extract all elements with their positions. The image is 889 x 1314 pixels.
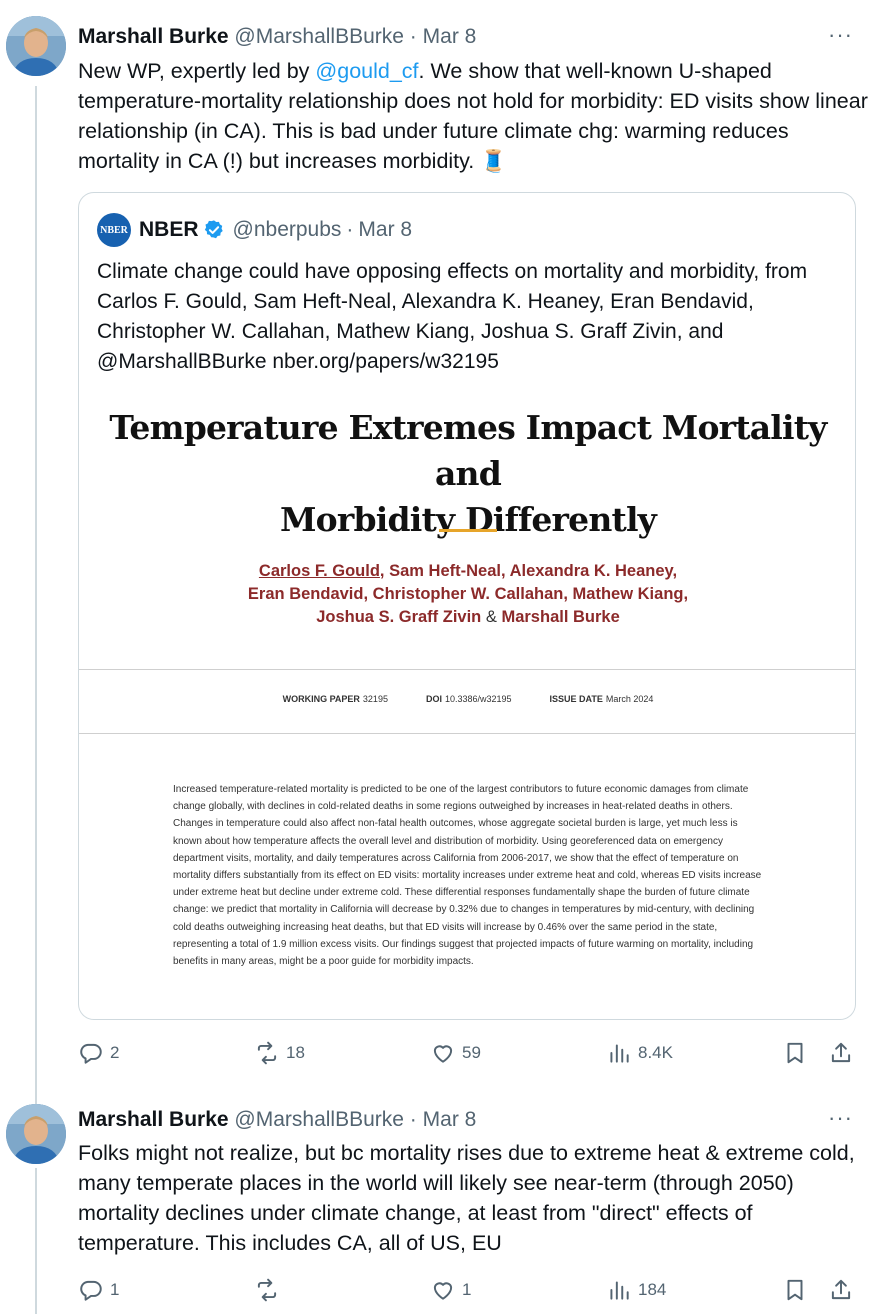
heart-icon <box>433 1045 453 1063</box>
repost-count: 18 <box>286 1043 305 1062</box>
field-value: 10.3386/w32195 <box>444 694 512 704</box>
quoted-tweet-card[interactable]: NBER NBER @nberpubs · Mar 8 Climate chan… <box>78 192 856 1020</box>
field-value: 32195 <box>362 694 388 704</box>
share-button[interactable] <box>828 1277 854 1303</box>
heart-icon <box>433 1282 453 1300</box>
like-count: 1 <box>462 1280 472 1299</box>
separator-dot: · <box>409 1108 417 1131</box>
share-icon <box>831 1042 851 1063</box>
field-label: ISSUE DATE <box>549 694 603 704</box>
author-name[interactable]: Marshall Burke <box>78 1108 229 1131</box>
paper-abstract: Increased temperature-related mortality … <box>173 784 762 968</box>
share-button[interactable] <box>828 1040 854 1066</box>
verified-badge-icon <box>204 220 223 239</box>
quoted-tweet-header: NBER NBER @nberpubs · Mar 8 <box>97 213 413 247</box>
like-button[interactable]: 1 <box>430 1277 471 1303</box>
reply-count: 1 <box>110 1280 120 1299</box>
comma: , <box>379 562 385 580</box>
divider <box>79 733 855 734</box>
reply-count: 2 <box>110 1043 120 1062</box>
divider <box>79 669 855 670</box>
quoted-author-handle[interactable]: @nberpubs <box>233 218 342 242</box>
nber-avatar[interactable]: NBER <box>97 213 131 247</box>
tweet-date[interactable]: Mar 8 <box>423 1108 477 1131</box>
author-handle[interactable]: @MarshallBBurke <box>234 1108 404 1131</box>
tweet-actions-bar: 2 18 59 8.4K <box>78 1040 858 1068</box>
authors-line: Joshua S. Graff Zivin & Marshall Burke <box>79 606 855 629</box>
authors-line: Carlos F. Gould, Sam Heft-Neal, Alexandr… <box>79 560 855 583</box>
avatar[interactable] <box>6 1104 66 1164</box>
tweet-actions-bar: 1 1 184 <box>78 1277 858 1305</box>
like-button[interactable]: 59 <box>430 1040 481 1066</box>
bookmark-icon <box>787 1042 803 1064</box>
view-count: 8.4K <box>638 1043 673 1062</box>
paper-metadata: WORKING PAPER 32195 DOI 10.3386/w32195 ISS… <box>79 694 855 704</box>
views-chart-icon <box>610 1044 629 1063</box>
quoted-tweet-date: Mar 8 <box>358 218 413 241</box>
like-count: 59 <box>462 1043 481 1062</box>
tweet-text: New WP, expertly led by @gould_cf. We sh… <box>78 56 868 176</box>
paper-title-line: Temperature Extremes Impact Mortality an… <box>109 408 827 493</box>
bookmark-button[interactable] <box>782 1277 808 1303</box>
paper-author: Alexandra K. Heaney <box>509 562 673 580</box>
comma: , <box>363 585 369 603</box>
quoted-tweet-text: Climate change could have opposing effec… <box>97 260 808 373</box>
author-handle[interactable]: @MarshallBBurke <box>234 25 404 48</box>
bookmark-icon <box>787 1279 803 1301</box>
bookmark-button[interactable] <box>782 1040 808 1066</box>
working-paper-field: WORKING PAPER 32195 <box>283 694 388 704</box>
views-button[interactable]: 184 <box>606 1277 666 1303</box>
field-label: DOI <box>425 694 442 704</box>
doi-field: DOI 10.3386/w32195 <box>426 694 512 704</box>
issue-date-field: ISSUE DATE March 2024 <box>550 694 654 704</box>
tweet-text: Folks might not realize, but bc mortalit… <box>78 1141 855 1255</box>
nber-logo-text: NBER <box>100 224 128 236</box>
comma: , <box>500 562 506 580</box>
reply-icon <box>80 1043 102 1064</box>
comma: , <box>683 585 689 603</box>
more-options-icon[interactable]: ··· <box>828 24 853 46</box>
paper-title-line: Morbidity Differently <box>279 500 657 539</box>
repost-button[interactable]: 18 <box>254 1040 305 1066</box>
share-icon <box>831 1279 851 1300</box>
repost-button[interactable] <box>254 1277 286 1303</box>
comma: , <box>563 585 568 603</box>
repost-icon <box>257 1278 277 1302</box>
author-name[interactable]: Marshall Burke <box>78 25 229 48</box>
paper-author: Carlos F. Gould <box>258 562 380 580</box>
comma: , <box>672 562 678 580</box>
separator-dot: · <box>409 25 417 48</box>
paper-author: Joshua S. Graff Zivin <box>316 608 482 626</box>
reply-button[interactable]: 1 <box>78 1277 119 1303</box>
thread-connector-line <box>35 86 37 1104</box>
quoted-author-name[interactable]: NBER <box>139 218 199 242</box>
more-options-icon[interactable]: ··· <box>828 1107 853 1129</box>
view-count: 184 <box>638 1280 667 1299</box>
repost-icon <box>257 1041 277 1065</box>
paper-author: Sam Heft-Neal <box>389 562 501 580</box>
tweet-date[interactable]: Mar 8 <box>423 25 477 48</box>
field-value: March 2024 <box>605 694 654 704</box>
views-button[interactable]: 8.4K <box>606 1040 673 1066</box>
field-label: WORKING PAPER <box>282 694 360 704</box>
reply-button[interactable]: 2 <box>78 1040 119 1066</box>
paper-authors: Carlos F. Gould, Sam Heft-Neal, Alexandr… <box>79 560 855 629</box>
paper-author: Mathew Kiang <box>572 585 684 603</box>
paper-author: Marshall Burke <box>501 608 620 626</box>
paper-author: Eran Bendavid <box>247 585 364 603</box>
authors-line: Eran Bendavid, Christopher W. Callahan, … <box>79 583 855 606</box>
mention-link[interactable]: @gould_cf <box>315 59 418 83</box>
thread-connector-line <box>35 1168 37 1314</box>
avatar[interactable] <box>6 16 66 76</box>
views-chart-icon <box>610 1281 629 1300</box>
tweet-header: Marshall Burke @MarshallBBurke · Mar 8 <box>78 24 476 50</box>
separator-dot: · <box>346 218 354 241</box>
decorative-divider <box>439 529 497 532</box>
tweet-text-part: New WP, expertly led by <box>78 59 316 83</box>
ampersand: & <box>485 608 497 626</box>
paper-author: Christopher W. Callahan <box>372 585 564 603</box>
paper-title: Temperature Extremes Impact Mortality an… <box>79 405 855 543</box>
reply-icon <box>80 1280 102 1301</box>
tweet-header: Marshall Burke @MarshallBBurke · Mar 8 <box>78 1107 476 1133</box>
